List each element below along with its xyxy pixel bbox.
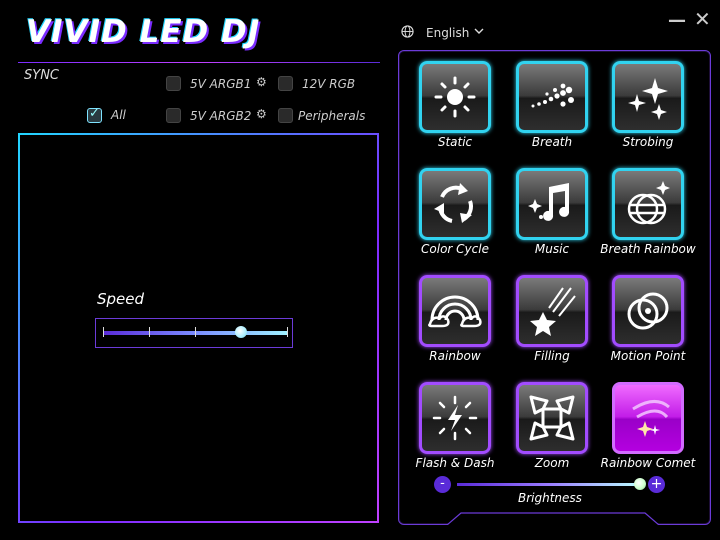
sync-divider	[18, 62, 380, 63]
effect-rainbow-label: Rainbow	[429, 349, 481, 363]
dots-breath-icon	[531, 83, 574, 108]
effect-strobing-label: Strobing	[622, 135, 674, 149]
sync-label: SYNC	[24, 68, 59, 83]
panel-notch-decoration	[447, 512, 659, 525]
brightness-slider-track[interactable]	[457, 483, 641, 486]
effect-zoom-label: Zoom	[534, 456, 570, 470]
effect-flash-dash-button[interactable]	[419, 382, 491, 454]
brightness-slider-thumb[interactable]	[634, 478, 646, 490]
effect-static-label: Static	[437, 135, 473, 149]
cycle-arrows-icon	[434, 183, 473, 223]
globe-icon[interactable]	[401, 25, 414, 38]
sync-peripherals-label: Peripherals	[298, 109, 366, 123]
effect-filling-button[interactable]	[516, 275, 588, 347]
effect-filling-label: Filling	[534, 349, 570, 363]
music-note-icon	[528, 183, 570, 221]
rainbow-icon	[428, 295, 482, 328]
language-select[interactable]: English	[426, 26, 469, 40]
effect-rainbow-comet-label: Rainbow Comet	[600, 456, 696, 470]
speed-slider-thumb[interactable]	[235, 326, 247, 338]
brightness-increase-button[interactable]: +	[648, 476, 665, 493]
app-title: VIVID LED DJ	[26, 14, 261, 50]
sync-5v-argb1-label: 5V ARGB1	[190, 77, 252, 91]
sync-peripherals-checkbox[interactable]	[278, 108, 293, 123]
speed-label: Speed	[97, 290, 145, 308]
zoom-arrows-icon	[529, 395, 575, 441]
effect-breath-rainbow-button[interactable]	[612, 168, 684, 240]
speed-tick	[287, 327, 288, 337]
minimize-button[interactable]: —	[668, 10, 686, 31]
gear-icon[interactable]: ⚙	[256, 107, 267, 121]
effect-music-button[interactable]	[516, 168, 588, 240]
sync-12v-rgb-checkbox[interactable]	[278, 76, 293, 91]
effect-strobing-button[interactable]	[612, 61, 684, 133]
sync-5v-argb1-checkbox[interactable]	[166, 76, 181, 91]
effect-color-cycle-button[interactable]	[419, 168, 491, 240]
speed-tick	[195, 327, 196, 337]
effect-motion-point-button[interactable]	[612, 275, 684, 347]
breath-rainbow-icon	[627, 181, 670, 225]
effect-rainbow-comet-button[interactable]	[612, 382, 684, 454]
effect-color-cycle-label: Color Cycle	[421, 242, 489, 256]
sync-all-checkbox[interactable]	[87, 106, 102, 123]
sync-all-label: All	[111, 108, 126, 122]
effect-rainbow-button[interactable]	[419, 275, 491, 347]
sync-12v-rgb-label: 12V RGB	[302, 77, 356, 91]
effect-music-label: Music	[534, 242, 570, 256]
sparkles-icon	[628, 78, 668, 120]
effect-breath-label: Breath	[531, 135, 573, 149]
effect-breath-button[interactable]	[516, 61, 588, 133]
brightness-decrease-button[interactable]: -	[434, 476, 451, 493]
speed-tick	[149, 327, 150, 337]
effect-static-button[interactable]	[419, 61, 491, 133]
effect-motion-point-label: Motion Point	[610, 349, 686, 363]
effect-zoom-button[interactable]	[516, 382, 588, 454]
close-button[interactable]: ✕	[694, 7, 711, 31]
sun-icon	[434, 76, 476, 118]
speed-tick	[103, 327, 104, 337]
brightness-label: Brightness	[518, 491, 582, 505]
flash-icon	[432, 395, 478, 441]
effect-flash-dash-label: Flash & Dash	[415, 456, 495, 470]
chevron-down-icon[interactable]	[473, 25, 485, 37]
falling-star-icon	[530, 287, 576, 336]
sync-5v-argb2-label: 5V ARGB2	[190, 109, 252, 123]
sync-5v-argb2-checkbox[interactable]	[166, 108, 181, 123]
motion-point-icon	[627, 292, 669, 330]
effect-breath-rainbow-label: Breath Rainbow	[600, 242, 696, 256]
gear-icon[interactable]: ⚙	[256, 75, 267, 89]
comet-icon	[632, 400, 670, 437]
